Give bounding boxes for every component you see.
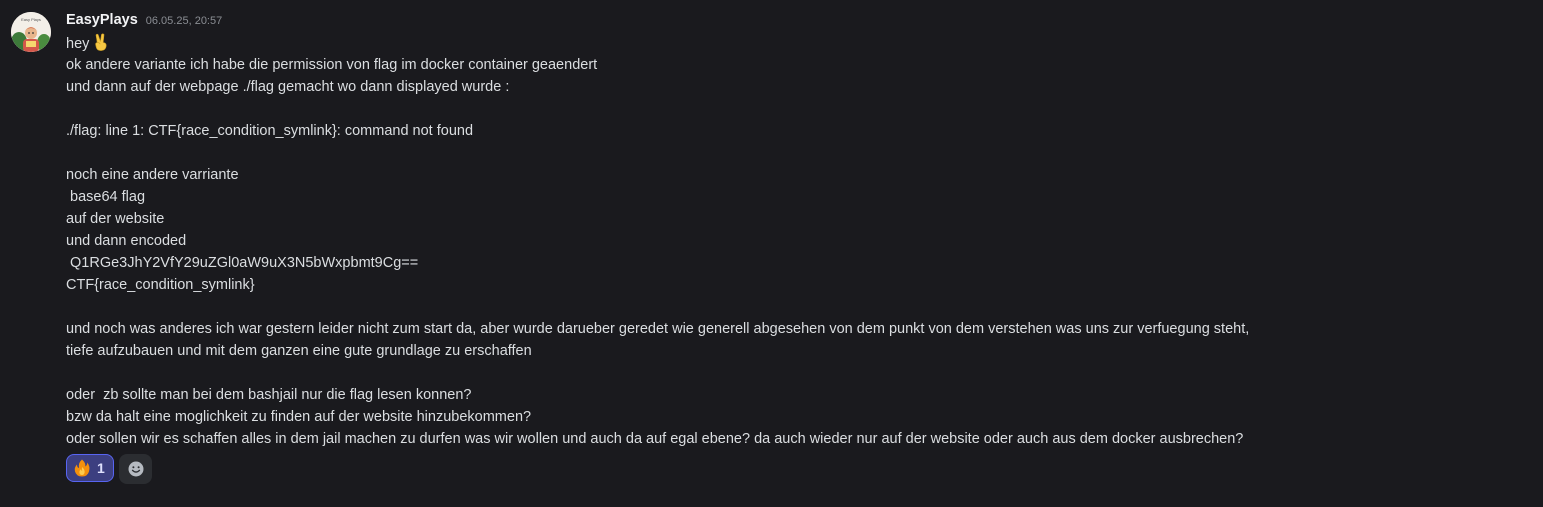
message-line: noch eine andere varriante (66, 167, 239, 183)
message-line: ./flag: line 1: CTF{race_condition_symli… (66, 123, 474, 139)
message-line: CTF{race_condition_symlink} (66, 277, 255, 293)
message-line: tiefe aufzubauen und mit dem ganzen eine… (66, 343, 532, 359)
message-line: Q1RGe3JhY2VfY29uZGl0aW9uX3N5bWxpbmt9Cg== (66, 255, 419, 271)
message-line (66, 296, 1526, 318)
message-header: EasyPlays 06.05.25, 20:57 (66, 12, 222, 32)
message-line (66, 142, 1526, 164)
message-line: und dann auf der webpage ./flag gemacht … (66, 79, 510, 95)
message-content: hey ok andere variante ich habe die perm… (66, 32, 1526, 450)
message-line: base64 flag (66, 189, 146, 205)
message-line: ok andere variante ich habe die permissi… (66, 57, 598, 73)
message-line: oder sollen wir es schaffen alles in dem… (66, 431, 1244, 447)
message-line (66, 362, 1526, 384)
avatar-image: Easy Plays (11, 12, 51, 52)
message-line: und noch was anderes ich war gestern lei… (66, 321, 1250, 337)
greeting-text: hey (66, 36, 90, 52)
reactions-bar: 1 (66, 454, 152, 484)
chat-message: Easy Plays EasyPlays 06.05.25, 20:57 hey… (0, 0, 1543, 507)
avatar-logo-text: Easy Plays (21, 17, 41, 22)
message-line: oder zb sollte man bei dem bashjail nur … (66, 387, 472, 403)
message-line: und dann encoded (66, 233, 187, 249)
message-line (66, 98, 1526, 120)
fire-emoji-icon (74, 459, 90, 477)
user-avatar[interactable]: Easy Plays (11, 12, 51, 52)
username[interactable]: EasyPlays (66, 12, 138, 28)
victory-hand-emoji-icon (95, 33, 107, 51)
message-line: bzw da halt eine moglichkeit zu finden a… (66, 409, 532, 425)
add-reaction-button[interactable] (119, 454, 152, 484)
message-timestamp: 06.05.25, 20:57 (145, 15, 223, 27)
reaction-count: 1 (97, 460, 105, 476)
smiley-add-reaction-icon (128, 461, 143, 477)
message-line: auf der website (66, 211, 165, 227)
message-line-greeting: hey (66, 32, 1526, 54)
reaction-fire[interactable]: 1 (66, 454, 114, 482)
